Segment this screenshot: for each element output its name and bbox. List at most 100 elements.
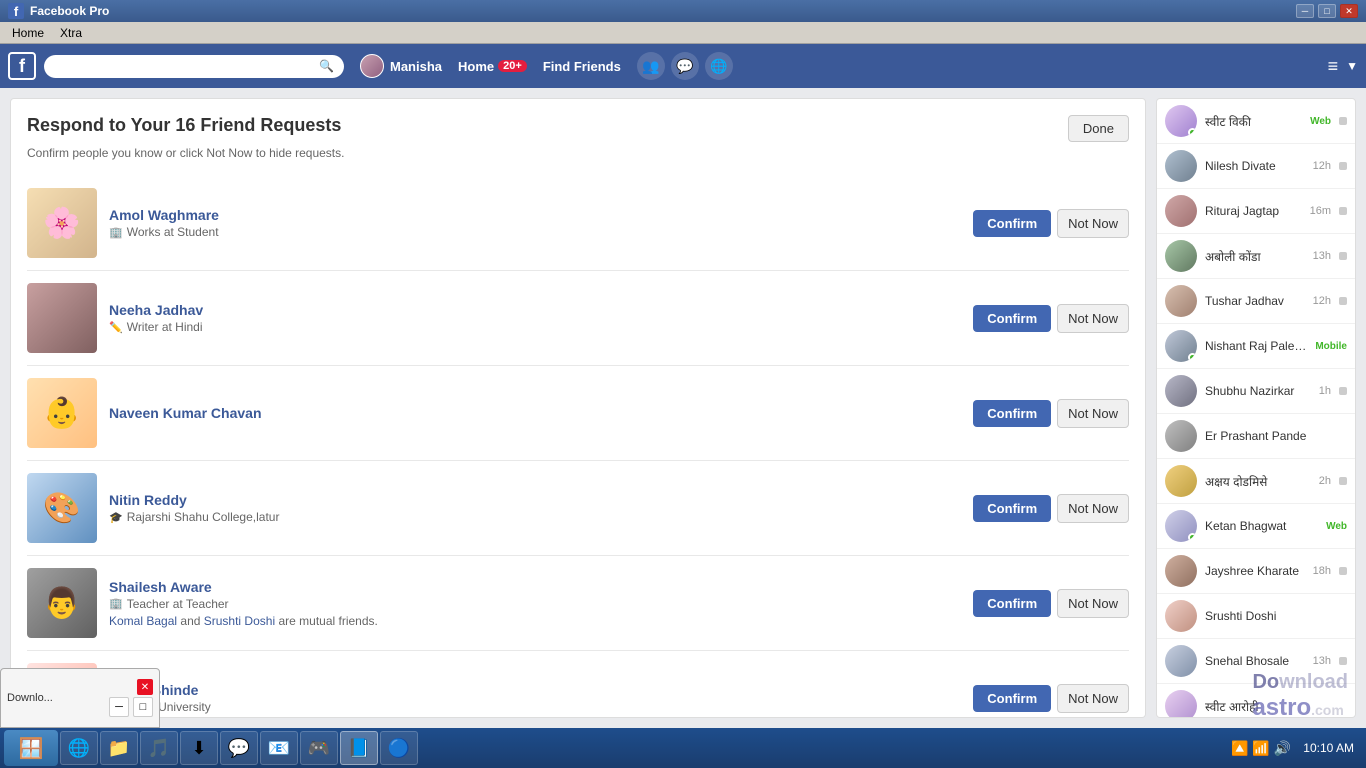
confirm-button-6[interactable]: Confirm — [973, 685, 1051, 712]
taskbar-chrome[interactable]: 🔵 — [380, 731, 418, 765]
requester-detail-4: 🎓 Rajarshi Shahu College,latur — [109, 510, 961, 524]
profile-avatar — [360, 54, 384, 78]
dropdown-icon[interactable]: ▼ — [1346, 59, 1358, 73]
game-icon: 🎮 — [308, 738, 330, 759]
not-now-button-1[interactable]: Not Now — [1057, 209, 1129, 238]
mutual-friends-5: Komal Bagal and Srushti Doshi are mutual… — [109, 614, 961, 628]
requester-avatar-1[interactable]: 🌸 — [27, 188, 97, 258]
chat-item[interactable]: Tushar Jadhav 12h — [1157, 279, 1355, 324]
requester-name-2[interactable]: Neeha Jadhav — [109, 302, 961, 318]
maximize-button[interactable]: □ — [1318, 4, 1336, 18]
requester-avatar-4[interactable]: 🎨 — [27, 473, 97, 543]
chat-icon: 💬 — [228, 738, 250, 759]
messages-icon[interactable]: 💬 — [671, 52, 699, 80]
close-button[interactable]: ✕ — [1340, 4, 1358, 18]
menubar: Home Xtra — [0, 22, 1366, 44]
menu-xtra[interactable]: Xtra — [52, 24, 90, 42]
confirm-button-4[interactable]: Confirm — [973, 495, 1051, 522]
requester-detail-text-2: Writer at Hindi — [127, 320, 203, 334]
chat-item[interactable]: स्वीट विकी Web — [1157, 99, 1355, 144]
chat-item[interactable]: Nilesh Divate 12h — [1157, 144, 1355, 189]
requester-detail-text-1: Works at Student — [127, 225, 219, 239]
confirm-button-1[interactable]: Confirm — [973, 210, 1051, 237]
taskbar-media[interactable]: 🎵 — [140, 731, 178, 765]
web-badge: Web — [1310, 116, 1331, 127]
friend-requests-icon[interactable]: 👥 — [637, 52, 665, 80]
chat-time: 13h — [1313, 655, 1331, 667]
chat-item[interactable]: Rituraj Jagtap 16m — [1157, 189, 1355, 234]
not-now-button-4[interactable]: Not Now — [1057, 494, 1129, 523]
taskbar-ie[interactable]: 🌐 — [60, 731, 98, 765]
chat-avatar — [1165, 285, 1197, 317]
search-icon[interactable]: 🔍 — [319, 59, 334, 73]
find-friends-link[interactable]: Find Friends — [543, 59, 621, 74]
requester-detail-1: 🏢 Works at Student — [109, 225, 961, 239]
taskbar-game[interactable]: 🎮 — [300, 731, 338, 765]
menu-home[interactable]: Home — [4, 24, 52, 42]
nav-profile: Manisha — [360, 54, 442, 78]
chat-item[interactable]: अक्षय दोडमिसे 2h — [1157, 459, 1355, 504]
taskbar-chat[interactable]: 💬 — [220, 731, 258, 765]
request-actions-5: Confirm Not Now — [973, 589, 1129, 618]
chat-item[interactable]: Nishant Raj Pale… Mobile — [1157, 324, 1355, 369]
work-icon-1: 🏢 — [109, 226, 123, 239]
requester-name-6[interactable]: Rahul Shinde — [109, 682, 961, 698]
mutual-link2-5[interactable]: Srushti Doshi — [204, 614, 275, 628]
fb-icon-letter: f — [14, 4, 18, 19]
request-row: Neeha Jadhav ✏️ Writer at Hindi Confirm … — [27, 271, 1129, 366]
popup-minimize-btn[interactable]: ─ — [109, 697, 129, 717]
chat-item[interactable]: Jayshree Kharate 18h — [1157, 549, 1355, 594]
chat-time: 1h — [1319, 385, 1331, 397]
chat-item[interactable]: Er Prashant Pande — [1157, 414, 1355, 459]
requester-name-4[interactable]: Nitin Reddy — [109, 492, 961, 508]
chat-item[interactable]: Ketan Bhagwat Web — [1157, 504, 1355, 549]
download-icon: ⬇ — [191, 738, 206, 759]
profile-name[interactable]: Manisha — [390, 59, 442, 74]
requester-name-1[interactable]: Amol Waghmare — [109, 207, 961, 223]
chat-name: Shubhu Nazirkar — [1205, 384, 1311, 398]
popup-close-button[interactable]: ✕ — [137, 679, 153, 695]
chat-time: 13h — [1313, 250, 1331, 262]
chat-name: Snehal Bhosale — [1205, 654, 1305, 668]
system-time[interactable]: 10:10 AM — [1303, 741, 1362, 755]
requester-name-3[interactable]: Naveen Kumar Chavan — [109, 405, 961, 421]
requester-detail-5: 🏢 Teacher at Teacher — [109, 597, 961, 611]
minimize-button[interactable]: ─ — [1296, 4, 1314, 18]
taskbar-download[interactable]: ⬇ — [180, 731, 218, 765]
popup-expand-btn[interactable]: □ — [133, 697, 153, 717]
not-now-button-3[interactable]: Not Now — [1057, 399, 1129, 428]
list-icon[interactable]: ≡ — [1328, 56, 1339, 77]
requester-avatar-5[interactable]: 👨 — [27, 568, 97, 638]
chat-item[interactable]: Srushti Doshi — [1157, 594, 1355, 639]
chat-avatar — [1165, 330, 1197, 362]
taskbar-facebook[interactable]: 📘 — [340, 731, 378, 765]
requester-avatar-3[interactable]: 👶 — [27, 378, 97, 448]
navbar: f 🔍 Manisha Home 20+ Find Friends 👥 💬 🌐 … — [0, 44, 1366, 88]
mutual-link1-5[interactable]: Komal Bagal — [109, 614, 177, 628]
done-button[interactable]: Done — [1068, 115, 1129, 142]
not-now-button-5[interactable]: Not Now — [1057, 589, 1129, 618]
confirm-button-2[interactable]: Confirm — [973, 305, 1051, 332]
chat-name: Nilesh Divate — [1205, 159, 1305, 173]
chat-item[interactable]: Shubhu Nazirkar 1h — [1157, 369, 1355, 414]
requester-avatar-2[interactable] — [27, 283, 97, 353]
request-row: 🌸 Amol Waghmare 🏢 Works at Student Confi… — [27, 176, 1129, 271]
search-input[interactable] — [54, 59, 313, 74]
watermark-text: Downloadastro.com — [1252, 671, 1348, 720]
confirm-button-5[interactable]: Confirm — [973, 590, 1051, 617]
requester-name-5[interactable]: Shailesh Aware — [109, 579, 961, 595]
request-actions-2: Confirm Not Now — [973, 304, 1129, 333]
chat-item[interactable]: अबोली कोंडा 13h — [1157, 234, 1355, 279]
chat-avatar — [1165, 420, 1197, 452]
start-button[interactable]: 🪟 — [4, 730, 58, 766]
chat-name: स्वीट विकी — [1205, 113, 1302, 130]
not-now-button-2[interactable]: Not Now — [1057, 304, 1129, 333]
taskbar-email[interactable]: 📧 — [260, 731, 298, 765]
chat-avatar — [1165, 105, 1197, 137]
notifications-icon[interactable]: 🌐 — [705, 52, 733, 80]
not-now-button-6[interactable]: Not Now — [1057, 684, 1129, 713]
nav-home-link[interactable]: Home 20+ — [458, 59, 527, 74]
taskbar-explorer[interactable]: 📁 — [100, 731, 138, 765]
confirm-button-3[interactable]: Confirm — [973, 400, 1051, 427]
search-bar[interactable]: 🔍 — [44, 55, 344, 78]
